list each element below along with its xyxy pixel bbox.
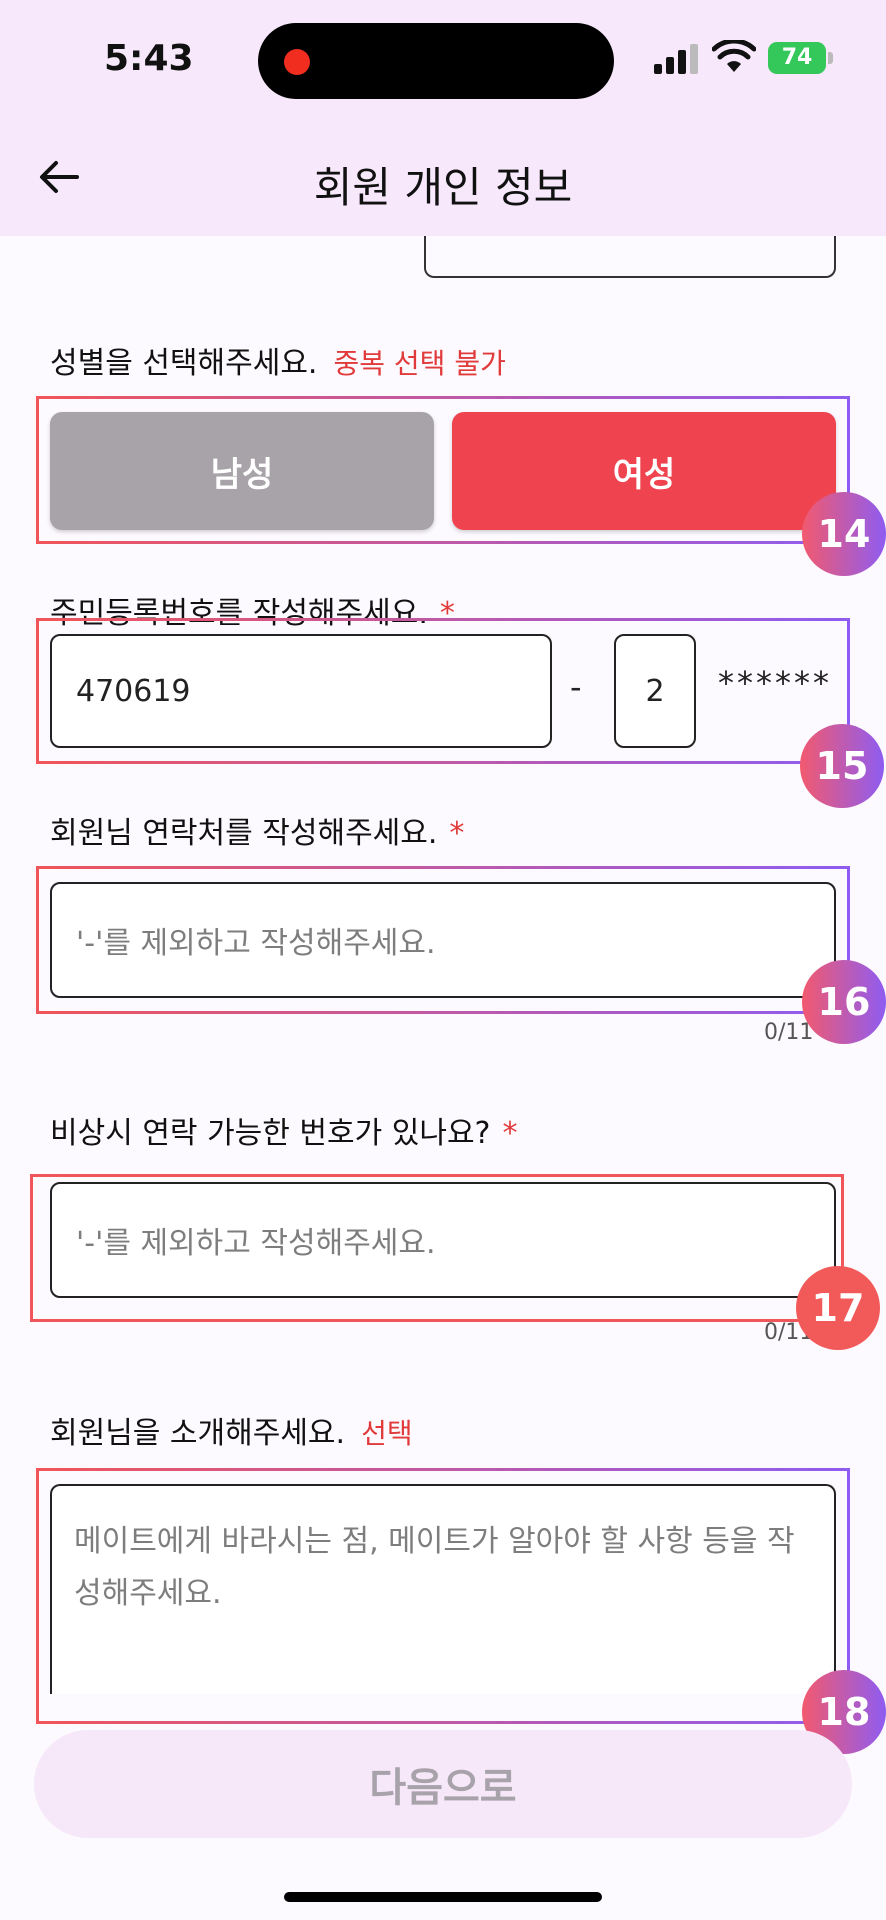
contact-label-text: 회원님 연락처를 작성해주세요. [50, 816, 438, 851]
resident-number-back-first-digit-input[interactable]: 2 [614, 634, 696, 748]
gender-female-button[interactable]: 여성 [452, 412, 836, 530]
introduction-label: 회원님을 소개해주세요. 선택 [50, 1408, 413, 1452]
recording-indicator-icon [284, 49, 310, 75]
resident-number-dash: - [570, 668, 582, 706]
resident-number-label: 주민등록번호를 작성해주세요. * [50, 588, 455, 632]
required-mark: * [502, 1116, 518, 1151]
introduction-placeholder: 메이트에게 바라시는 점, 메이트가 알아야 할 사항 등을 작성해주세요. [74, 1524, 795, 1611]
required-mark: * [439, 596, 455, 631]
introduction-textarea[interactable]: 메이트에게 바라시는 점, 메이트가 알아야 할 사항 등을 작성해주세요. [50, 1484, 836, 1694]
contact-counter: 0/11 [764, 1020, 814, 1045]
resident-number-label-text: 주민등록번호를 작성해주세요. [50, 596, 428, 631]
page-title: 회원 개인 정보 [313, 163, 573, 212]
resident-number-masked: ****** [718, 664, 832, 702]
emergency-label-text: 비상시 연락 가능한 번호가 있나요? [50, 1116, 491, 1151]
emergency-input[interactable]: '-'를 제외하고 작성해주세요. [50, 1182, 836, 1298]
gender-male-button[interactable]: 남성 [50, 412, 434, 530]
battery-icon: 74 [768, 42, 826, 74]
emergency-placeholder: '-'를 제외하고 작성해주세요. [76, 1226, 436, 1261]
contact-input[interactable]: '-'를 제외하고 작성해주세요. [50, 882, 836, 998]
next-button[interactable]: 다음으로 [34, 1730, 852, 1838]
cellular-signal-icon [654, 44, 700, 74]
contact-placeholder: '-'를 제외하고 작성해주세요. [76, 926, 436, 961]
battery-tip [828, 52, 833, 64]
previous-input-field[interactable] [424, 236, 836, 278]
introduction-label-text: 회원님을 소개해주세요. [50, 1416, 346, 1451]
home-indicator [284, 1892, 602, 1902]
introduction-note: 선택 [361, 1417, 413, 1450]
gender-label: 성별을 선택해주세요. 중복 선택 불가 [50, 338, 506, 382]
required-mark: * [449, 816, 465, 851]
emergency-label: 비상시 연락 가능한 번호가 있나요? * [50, 1108, 517, 1152]
gender-note: 중복 선택 불가 [333, 347, 506, 380]
dynamic-island [258, 23, 614, 99]
resident-number-front-input[interactable]: 470619 [50, 634, 552, 748]
annotation-badge-14: 14 [802, 492, 886, 576]
annotation-badge-15: 15 [800, 724, 884, 808]
status-time: 5:43 [104, 38, 194, 79]
wifi-icon [712, 40, 756, 72]
app-bar: 회원 개인 정보 [0, 118, 886, 236]
status-bar: 5:43 74 [0, 0, 886, 118]
annotation-badge-16: 16 [802, 960, 886, 1044]
annotation-badge-17: 17 [796, 1266, 880, 1350]
gender-label-text: 성별을 선택해주세요. [50, 346, 318, 381]
contact-label: 회원님 연락처를 작성해주세요. * [50, 808, 464, 852]
